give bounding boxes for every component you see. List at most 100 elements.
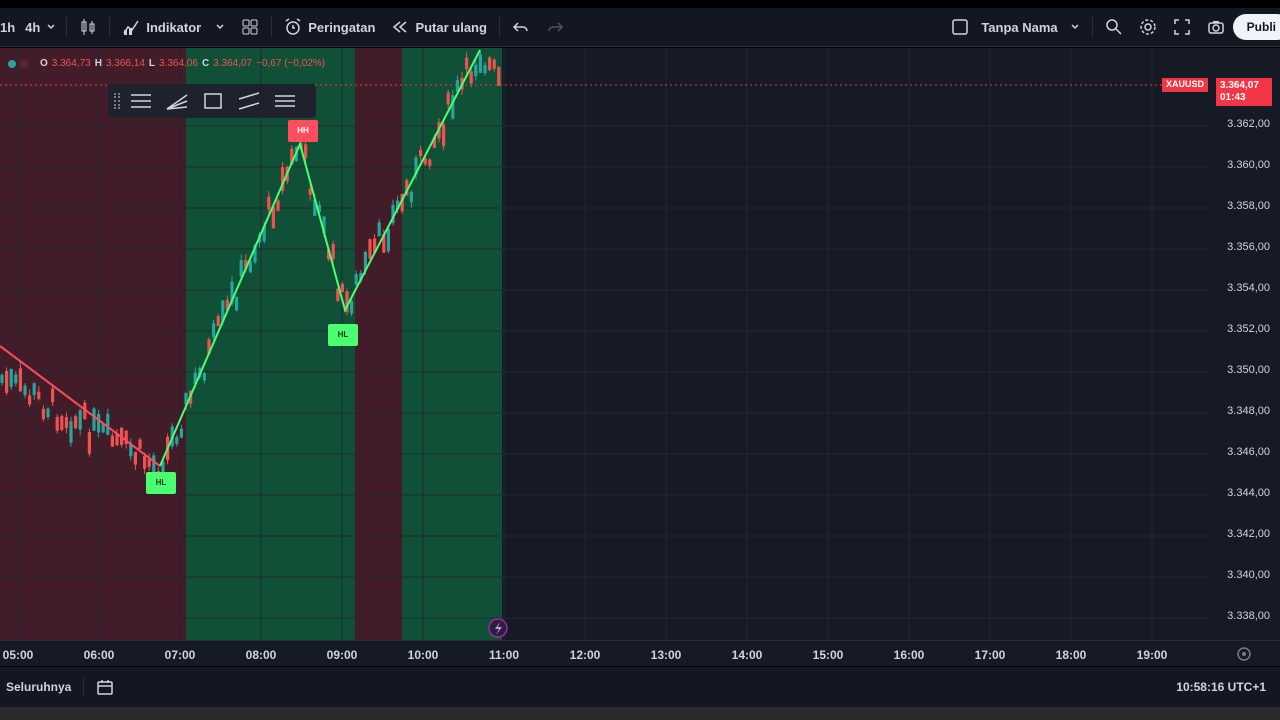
alert-label: Peringatan [308, 19, 376, 35]
candle-body [55, 416, 59, 431]
timeframe-4h[interactable]: 4h [19, 8, 62, 46]
grid-icon [242, 19, 258, 35]
candle-body [331, 243, 335, 259]
candle-body [5, 370, 9, 393]
candles-icon [81, 19, 95, 35]
indicators-button[interactable]: Indikator [114, 8, 233, 46]
redo-button[interactable] [538, 8, 572, 46]
separator [109, 17, 111, 37]
candle-body [97, 413, 101, 433]
candle-body [267, 196, 271, 210]
time-axis-label: 14:00 [731, 648, 763, 662]
time-axis-label: 16:00 [893, 648, 925, 662]
separator [498, 17, 500, 37]
time-axis-label: 08:00 [245, 648, 277, 662]
candle-body [175, 437, 179, 444]
timezone-clock[interactable]: 10:58:16 UTC+1 [1168, 667, 1274, 707]
settings-button[interactable] [1131, 8, 1165, 46]
timeframe-1h[interactable]: 1h [0, 8, 19, 46]
horizontal-lines-tool[interactable] [126, 88, 156, 114]
candle-type-button[interactable] [71, 8, 105, 46]
high-value: 3.366,14 [105, 58, 145, 69]
alert-button[interactable]: Peringatan [276, 8, 383, 46]
undo-button[interactable] [504, 8, 538, 46]
range-all-button[interactable]: Seluruhnya [0, 667, 79, 707]
candle-body [340, 283, 344, 292]
time-axis[interactable]: 05:00 06:00 07:00 08:00 09:00 10:00 11:00 12:00… [0, 640, 1280, 666]
close-label: C [201, 58, 210, 69]
price-axis-label: 3.354,00 [1227, 282, 1270, 294]
session-zone [0, 48, 186, 640]
candle-body [32, 383, 36, 396]
fullscreen-button[interactable] [1165, 8, 1199, 46]
goto-realtime-icon[interactable] [1236, 646, 1252, 662]
ohlc-legend: O 3.364,73 H 3.366,14 L 3.364,06 C 3.364,07 … [8, 58, 325, 69]
candle-body [69, 421, 73, 443]
price-axis-label: 3.356,00 [1227, 241, 1270, 253]
symbol-tag: XAUUSD [1161, 78, 1208, 92]
time-axis-label: 07:00 [164, 648, 196, 662]
price-axis-label: 3.338,00 [1227, 610, 1270, 622]
candle-body [377, 222, 381, 237]
publish-button[interactable]: Publi [1232, 14, 1280, 40]
close-value: 3.364,07 [213, 58, 253, 69]
time-axis-label: 15:00 [812, 648, 844, 662]
candle-body [202, 372, 206, 381]
chevron-down-icon [216, 24, 224, 30]
regression-icon [275, 95, 295, 107]
replay-label: Putar ulang [415, 19, 487, 35]
separator [271, 17, 273, 37]
alarm-clock-icon [285, 18, 301, 35]
candle-body [14, 374, 18, 384]
current-price: 3.364,07 [1220, 80, 1259, 91]
price-chart[interactable] [0, 48, 1280, 640]
fib-fan-tool[interactable] [162, 88, 192, 114]
drag-handle-icon[interactable] [114, 93, 120, 109]
separator [66, 17, 68, 37]
candle-body [216, 316, 220, 327]
candle-body [446, 92, 450, 105]
candle-body [350, 301, 354, 314]
time-axis-label: 13:00 [650, 648, 682, 662]
candle-body [18, 368, 22, 392]
price-axis-label: 3.350,00 [1227, 364, 1270, 376]
candle-body [51, 388, 55, 403]
price-axis-label: 3.358,00 [1227, 200, 1270, 212]
candle-body [276, 200, 280, 211]
candle-body [87, 432, 91, 454]
candle-body [41, 408, 45, 420]
candle-body [304, 144, 308, 159]
status-dot-icon [8, 59, 16, 68]
candle-body [419, 149, 423, 157]
quick-search-button[interactable] [1097, 8, 1131, 46]
layout-button[interactable]: Tanpa Nama [943, 8, 1087, 46]
candle-body [428, 159, 432, 166]
candle-body [92, 408, 96, 431]
channel-icon [238, 92, 260, 110]
candle-body [143, 455, 147, 469]
camera-icon [1207, 21, 1224, 34]
open-label: O [40, 58, 48, 69]
replay-button[interactable]: Putar ulang [383, 8, 495, 46]
candle-body [465, 57, 469, 70]
low-label: L [148, 58, 155, 69]
templates-button[interactable] [233, 8, 267, 46]
price-axis[interactable]: 3.362,00 3.360,00 3.358,00 3.356,00 3.354,00… [1208, 48, 1280, 640]
candle-body [474, 64, 478, 77]
price-axis-label: 3.348,00 [1227, 405, 1270, 417]
candle-body [483, 65, 487, 74]
price-axis-label: 3.342,00 [1227, 528, 1270, 540]
candle-body [478, 54, 482, 73]
rectangle-tool[interactable] [198, 88, 228, 114]
goto-date-button[interactable] [88, 667, 122, 707]
current-price-tag: 3.364,07 01:43 [1216, 78, 1272, 106]
high-label: H [94, 58, 102, 69]
price-axis-label: 3.346,00 [1227, 446, 1270, 458]
candle-body [368, 239, 372, 259]
regression-tool[interactable] [270, 88, 300, 114]
snapshot-button[interactable] [1199, 8, 1233, 46]
low-value: 3.364,06 [159, 58, 198, 69]
floating-drawing-toolbar[interactable] [108, 84, 316, 118]
parallel-channel-tool[interactable] [234, 88, 264, 114]
chart-pane[interactable]: O 3.364,73 H 3.366,14 L 3.364,06 C 3.364,07 … [0, 48, 1280, 640]
